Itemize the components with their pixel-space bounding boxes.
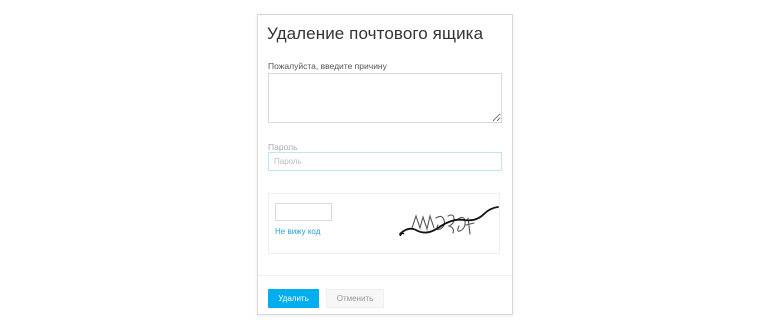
captcha-image [399, 206, 499, 237]
captcha-input[interactable] [275, 203, 332, 221]
delete-button[interactable]: Удалить [268, 289, 319, 308]
captcha-refresh-link[interactable]: Не вижу код [275, 227, 320, 236]
cancel-button[interactable]: Отменить [326, 289, 384, 308]
password-input[interactable] [268, 152, 502, 171]
reason-label: Пожалуйста, введите причину [268, 61, 387, 71]
delete-mailbox-dialog: Удаление почтового ящика Пожалуйста, вве… [257, 14, 513, 315]
footer-divider [258, 275, 512, 276]
reason-textarea[interactable] [268, 73, 502, 123]
password-label: Пароль [268, 142, 298, 152]
dialog-title: Удаление почтового ящика [267, 24, 484, 43]
captcha-box: Не вижу код [268, 193, 500, 254]
